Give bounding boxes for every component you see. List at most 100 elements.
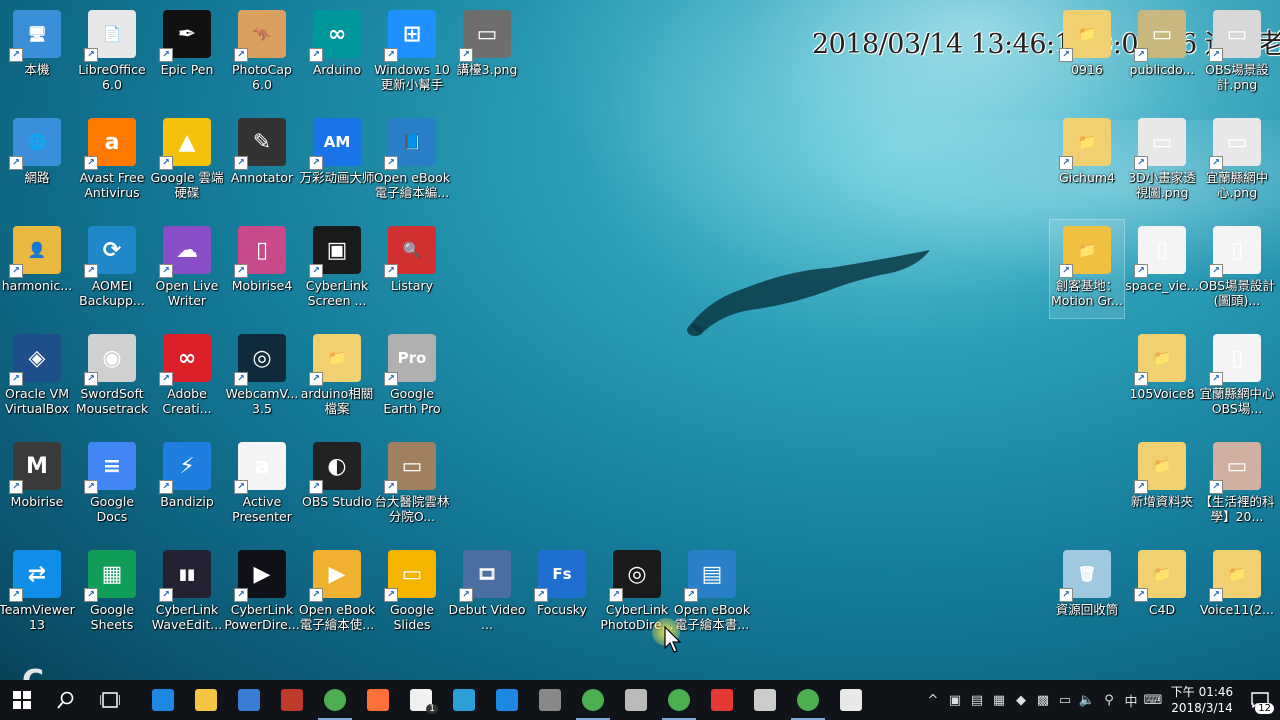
tray-expand-icon[interactable]: ^	[922, 693, 944, 708]
clock[interactable]: 下午 01:46 2018/3/14	[1164, 684, 1240, 716]
desktop-icon-label: OBS場景設計.png	[1205, 62, 1269, 92]
taskbar-app-photos[interactable]	[615, 680, 657, 720]
desktop-icon[interactable]: 🌐 ↗ 網路	[0, 112, 74, 210]
desktop-icon[interactable]: ⚡ ↗ Bandizip	[150, 436, 224, 534]
app-icon: 📁 ↗	[1134, 550, 1186, 602]
desktop-icon[interactable]: ⟳ ↗ AOMEI Backupp...	[75, 220, 149, 318]
desktop-icon[interactable]: Fs ↗ Focusky	[525, 544, 599, 642]
desktop-icon[interactable]: ▭ ↗ publicdo...	[1125, 4, 1199, 102]
app-glyph: ▭	[1226, 453, 1248, 479]
tray-app-icon[interactable]: ◆	[1010, 693, 1032, 708]
desktop-icon-label: C4D	[1148, 602, 1176, 617]
desktop-icon[interactable]: 📄 ↗ LibreOffice 6.0	[75, 4, 149, 102]
taskbar-app-mail[interactable]: 1	[400, 680, 442, 720]
desktop-icon[interactable]: 🎞 ↗ Debut Video ...	[448, 544, 526, 642]
taskbar-app-chrome[interactable]	[314, 680, 356, 720]
taskbar-app-recorder[interactable]	[271, 680, 313, 720]
desktop-icon[interactable]: ▭ ↗ Google Slides	[375, 544, 449, 642]
desktop-icon[interactable]: Pro ↗ Google Earth Pro	[375, 328, 449, 426]
desktop-icon[interactable]: ▭ ↗ 3D小畫家透視圖.png	[1125, 112, 1199, 210]
taskbar-app-edge[interactable]	[142, 680, 184, 720]
desktop-icon[interactable]: ▭ ↗ 講檯3.png	[450, 4, 524, 102]
desktop-icon[interactable]: ◉ ↗ SwordSoft Mousetrack	[75, 328, 149, 426]
desktop-icon[interactable]: ✒ ↗ Epic Pen	[150, 4, 224, 102]
desktop-icon[interactable]: 🖥 ↗ 本機	[0, 4, 74, 102]
taskbar-app-file-explorer[interactable]	[185, 680, 227, 720]
shortcut-arrow-icon: ↗	[459, 48, 473, 62]
desktop-icon-label: AOMEI Backupp...	[79, 278, 145, 308]
desktop-icon[interactable]: ≡ ↗ Google Docs	[75, 436, 149, 534]
taskbar-app-video[interactable]	[529, 680, 571, 720]
app-icon: 📁 ↗	[1059, 10, 1111, 62]
desktop-icon[interactable]: 🗑 ↗ 資源回收筒	[1050, 544, 1124, 642]
desktop-icon[interactable]: a ↗ Active Presenter	[225, 436, 299, 534]
desktop-icon[interactable]: ▦ ↗ Google Sheets	[75, 544, 149, 642]
desktop-icon[interactable]: ▮▮ ↗ CyberLink WaveEdit...	[150, 544, 224, 642]
taskbar-app-obs[interactable]	[744, 680, 786, 720]
desktop-icon[interactable]: 📁 ↗ 創客基地：Motion Gr...	[1049, 219, 1125, 319]
desktop-icon[interactable]: ▯ ↗ OBS場景設計(圖頭)...	[1199, 220, 1275, 318]
desktop-icon[interactable]: 📁 ↗ 新增資料夾	[1125, 436, 1199, 534]
task-view-button[interactable]	[88, 680, 132, 720]
tray-app-icon[interactable]: ▤	[966, 693, 988, 708]
action-center-button[interactable]: 12	[1240, 680, 1280, 720]
desktop-icon[interactable]: 📁 ↗ 105Voice8	[1125, 328, 1199, 426]
desktop-icon-label: PhotoCap 6.0	[232, 62, 292, 92]
desktop-icon[interactable]: ▶ ↗ Open eBook 電子繪本使...	[299, 544, 375, 642]
desktop-icon[interactable]: ∞ ↗ Adobe Creati...	[150, 328, 224, 426]
desktop-icon[interactable]: 📁 ↗ C4D	[1125, 544, 1199, 642]
desktop-icon[interactable]: ∞ ↗ Arduino	[300, 4, 374, 102]
desktop-icon[interactable]: 📁 ↗ arduino相關檔案	[300, 328, 374, 426]
start-button[interactable]	[0, 680, 44, 720]
desktop-icon[interactable]: 🔍 ↗ Listary	[375, 220, 449, 318]
desktop-icon[interactable]: ▶ ↗ CyberLink PowerDire...	[224, 544, 300, 642]
desktop-icon[interactable]: ▭ ↗ 宜蘭縣網中心.png	[1200, 112, 1274, 210]
app-icon: ▲ ↗	[159, 118, 211, 170]
taskbar-app-remote[interactable]	[443, 680, 485, 720]
desktop-icon[interactable]: 📘 ↗ Open eBook 電子繪本編...	[374, 112, 450, 210]
tray-app-icon[interactable]: ▣	[944, 693, 966, 708]
desktop-icon[interactable]: 📁 ↗ Gichum4	[1050, 112, 1124, 210]
desktop-icon[interactable]: ▭ ↗ 台大醫院雲林分院O...	[374, 436, 450, 534]
network-icon[interactable]: ⚲	[1098, 693, 1120, 708]
desktop-icon[interactable]: ▯ ↗ Mobirise4	[225, 220, 299, 318]
desktop-icon[interactable]: 👤 ↗ harmonic...	[0, 220, 74, 318]
tray-app-icon[interactable]: ▦	[988, 693, 1010, 708]
desktop-icon[interactable]: ◎ ↗ WebcamV... 3.5	[225, 328, 299, 426]
ime-indicator[interactable]: 中	[1120, 691, 1142, 710]
desktop-icon[interactable]: a ↗ Avast Free Antivirus	[75, 112, 149, 210]
desktop-icon[interactable]: ✎ ↗ Annotator	[225, 112, 299, 210]
taskbar-app-chrome[interactable]	[658, 680, 700, 720]
taskbar-app-firefox[interactable]	[357, 680, 399, 720]
desktop-icon[interactable]: 🦘 ↗ PhotoCap 6.0	[225, 4, 299, 102]
desktop-icon[interactable]: ▣ ↗ CyberLink Screen ...	[300, 220, 374, 318]
taskbar-app-store[interactable]	[228, 680, 270, 720]
taskbar-app-xmind[interactable]	[701, 680, 743, 720]
desktop-icon[interactable]: ◈ ↗ Oracle VM VirtualBox	[0, 328, 74, 426]
desktop-icon[interactable]: ◐ ↗ OBS Studio	[300, 436, 374, 534]
desktop-icon-label: 宜蘭縣網中心OBS場...	[1199, 386, 1275, 416]
desktop-icon[interactable]: ▲ ↗ Google 雲端硬碟	[150, 112, 224, 210]
taskbar-app-notepad[interactable]	[830, 680, 872, 720]
desktop-icon[interactable]: ☁ ↗ Open Live Writer	[150, 220, 224, 318]
taskbar-app-chrome[interactable]	[787, 680, 829, 720]
desktop-icon[interactable]: ⊞ ↗ Windows 10 更新小幫手	[374, 4, 450, 102]
desktop-icon[interactable]: ▭ ↗ OBS場景設計.png	[1200, 4, 1274, 102]
volume-icon[interactable]: 🔈	[1076, 693, 1098, 708]
keyboard-icon[interactable]: ⌨	[1142, 693, 1164, 708]
desktop-icon[interactable]: ▯ ↗ 宜蘭縣網中心OBS場...	[1199, 328, 1275, 426]
taskbar-app-chrome[interactable]	[572, 680, 614, 720]
taskbar-app-media[interactable]	[486, 680, 528, 720]
desktop-icon[interactable]: ▭ ↗ 【生活裡的科學】20...	[1199, 436, 1275, 534]
tray-app-icon[interactable]: ▩	[1032, 693, 1054, 708]
desktop-icon[interactable]: 📁 ↗ 0916	[1050, 4, 1124, 102]
desktop-icon[interactable]: ▤ ↗ Open eBook 電子繪本書...	[674, 544, 750, 642]
desktop-icon[interactable]: ▯ ↗ space_vie...	[1125, 220, 1199, 318]
desktop-icon[interactable]: ⇄ ↗ TeamViewer 13	[0, 544, 75, 642]
search-button[interactable]	[44, 680, 88, 720]
battery-icon[interactable]: ▭	[1054, 693, 1076, 708]
desktop-icon[interactable]: M ↗ Mobirise	[0, 436, 74, 534]
desktop-icon[interactable]: 📁 ↗ Voice11(2...	[1200, 544, 1274, 642]
desktop-icon-label: Google Earth Pro	[383, 386, 441, 416]
desktop-icon[interactable]: AM ↗ 万彩动画大师	[299, 112, 375, 210]
